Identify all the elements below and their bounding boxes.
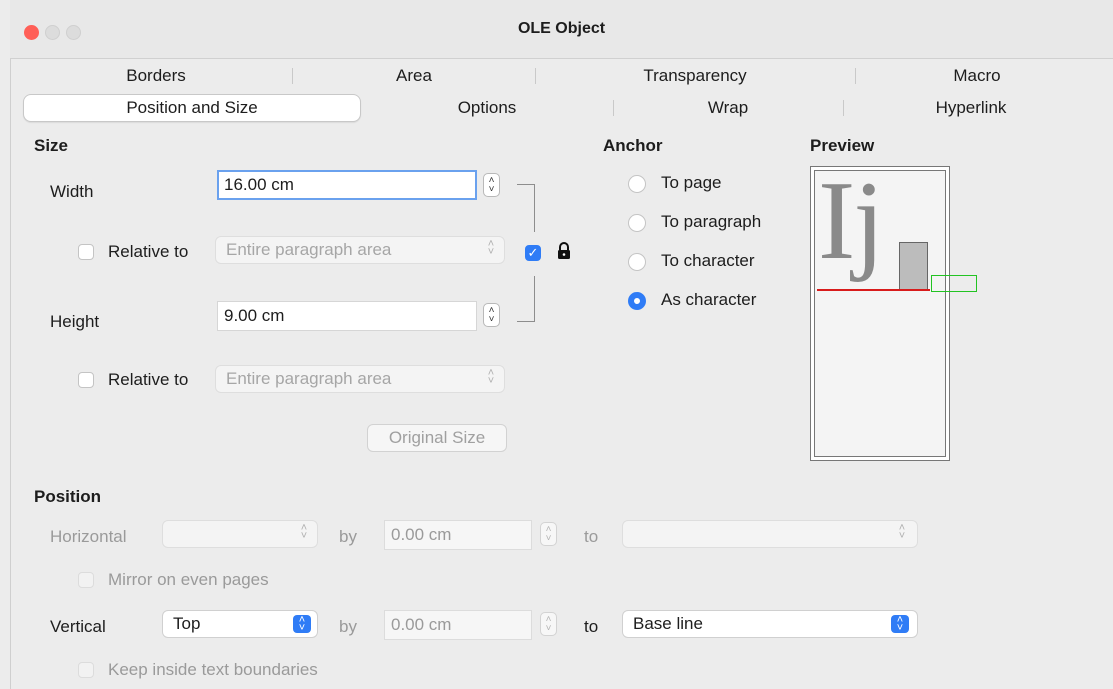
anchor-to-page-radio[interactable] [628,175,646,193]
tab-transparency[interactable]: Transparency [536,63,854,89]
preview-baseline [817,289,930,291]
tab-row-1: Borders Area Transparency Macro [22,63,1098,89]
relative-height-select[interactable]: Entire paragraph area [215,365,505,393]
height-stepper[interactable]: ˄ ˅ [483,303,500,327]
original-size-button[interactable]: Original Size [367,424,507,452]
mirror-label: Mirror on even pages [108,570,269,589]
tab-hyperlink[interactable]: Hyperlink [844,95,1098,121]
height-label: Height [50,312,100,331]
tab-options[interactable]: Options [362,95,612,121]
width-label: Width [50,182,94,201]
relative-width-select[interactable]: Entire paragraph area [215,236,505,264]
vertical-by-label: by [339,617,357,636]
anchor-as-character-radio[interactable] [628,292,646,310]
preview-sample-text: Ij [818,159,884,283]
preview-heading: Preview [810,136,875,155]
relative-height-label: Relative to [108,370,189,389]
preview-object [899,242,928,290]
tab-macro[interactable]: Macro [856,63,1098,89]
preview-text-frame [931,275,977,292]
window-title: OLE Object [517,20,606,37]
size-heading: Size [34,136,69,155]
keep-ratio-checkbox[interactable]: ✓ [525,245,541,261]
chevron-updown-icon: ˄ ˅ [300,522,308,542]
tab-position-and-size[interactable]: Position and Size [23,94,361,122]
tab-borders[interactable]: Borders [22,63,290,89]
preview-page: Ij [814,161,977,457]
anchor-to-character-radio[interactable] [628,253,646,271]
position-heading: Position [34,487,102,506]
keep-inside-checkbox[interactable] [78,662,94,678]
horizontal-by-label: by [339,527,357,546]
tab-wrap[interactable]: Wrap [614,95,842,121]
vertical-label: Vertical [50,617,106,636]
width-stepper[interactable]: ˄ ˅ [483,173,500,197]
anchor-to-character-label: To character [661,251,755,270]
mirror-checkbox[interactable] [78,572,94,588]
horizontal-label: Horizontal [50,527,127,546]
horizontal-to-select[interactable] [622,520,918,548]
anchor-to-paragraph-label: To paragraph [661,212,762,231]
relative-width-label: Relative to [108,242,189,261]
height-field[interactable]: 9.00 cm [217,301,477,331]
keep-inside-label: Keep inside text boundaries [108,660,318,679]
horizontal-select[interactable] [162,520,318,548]
chevron-updown-icon: ˄ ˅ [487,238,495,258]
anchor-as-character-label: As character [661,290,757,309]
preview-frame: Ij [810,161,977,461]
chevron-updown-icon: ˄ ˅ [487,367,495,387]
chevron-updown-icon: ˄ ˅ [898,522,906,542]
tab-row-2: Position and Size Options Wrap Hyperlink [22,94,1098,122]
vertical-to-label: to [584,617,599,636]
vertical-by-stepper[interactable]: ˄ ˅ [540,612,557,636]
anchor-to-page-label: To page [661,173,722,192]
horizontal-by-stepper[interactable]: ˄ ˅ [540,522,557,546]
vertical-to-select[interactable]: Base line [622,610,918,638]
anchor-heading: Anchor [603,136,663,155]
lock-icon [556,242,572,260]
anchor-to-paragraph-radio[interactable] [628,214,646,232]
chevron-updown-icon: ˄ ˅ [293,615,311,634]
horizontal-by-field[interactable]: 0.00 cm [384,520,532,550]
vertical-by-field[interactable]: 0.00 cm [384,610,532,640]
tab-area[interactable]: Area [293,63,535,89]
width-field[interactable]: 16.00 cm [217,170,477,200]
window-edge [10,0,11,689]
horizontal-to-label: to [584,527,599,546]
relative-width-checkbox[interactable] [78,244,94,260]
relative-height-checkbox[interactable] [78,372,94,388]
chevron-updown-icon: ˄ ˅ [891,615,909,634]
